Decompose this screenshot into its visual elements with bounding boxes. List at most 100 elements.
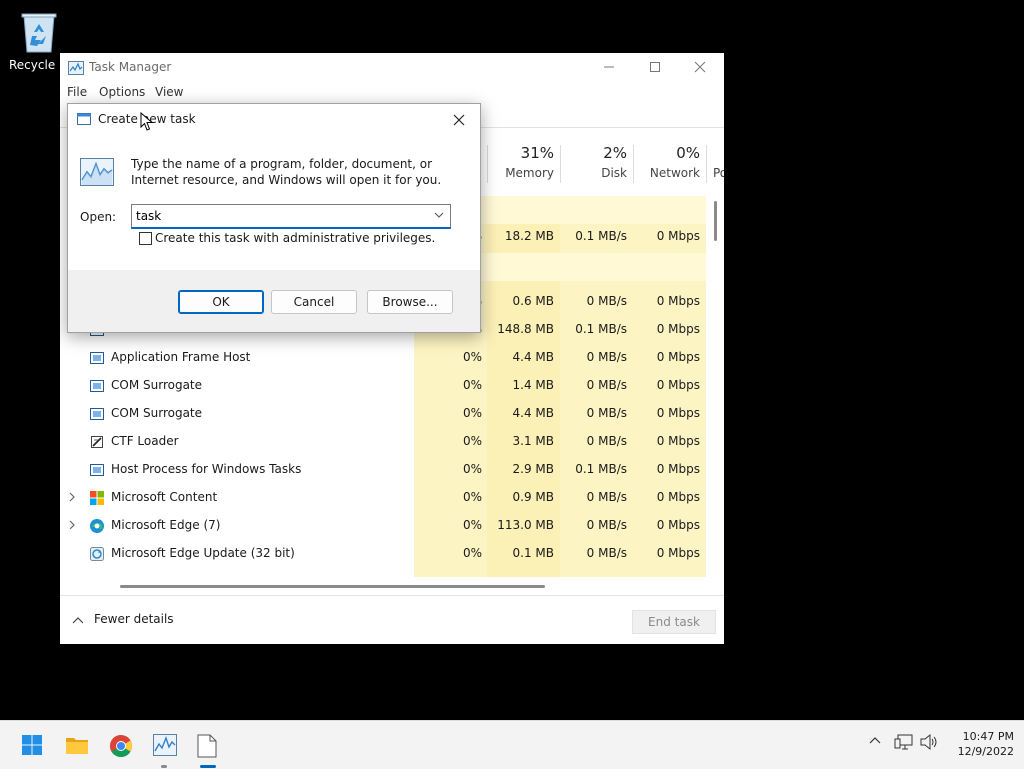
network-cell: 0 Mbps [656, 294, 700, 308]
chrome-icon [110, 735, 132, 757]
task-manager-taskbar-button[interactable] [146, 729, 182, 761]
memory-cell: 4.4 MB [512, 350, 554, 364]
process-row[interactable]: Application Frame Host 0% 4.4 MB 0 MB/s … [60, 344, 710, 372]
process-name: Application Frame Host [111, 350, 251, 364]
chevron-down-icon[interactable] [434, 211, 444, 219]
memory-cell: 18.2 MB [504, 229, 554, 243]
disk-cell: 0 MB/s [586, 406, 627, 420]
memory-header-percent[interactable]: 31% [500, 144, 554, 162]
browse-button[interactable]: Browse... [367, 290, 453, 314]
cpu-cell: 0% [462, 546, 482, 560]
clock[interactable]: 10:47 PM 12/9/2022 [944, 729, 1014, 759]
menu-options[interactable]: Options [99, 85, 145, 99]
process-row[interactable]: Microsoft Content 0% 0.9 MB 0 MB/s 0 Mbp… [60, 484, 710, 512]
network-cell: 0 Mbps [656, 378, 700, 392]
task-manager-footer: Fewer details End task [60, 595, 724, 644]
microsoft-logo-icon [90, 491, 104, 505]
cpu-cell: 0% [462, 490, 482, 504]
app-window-icon [90, 380, 104, 392]
dialog-close-icon[interactable] [450, 111, 468, 129]
open-input[interactable] [136, 207, 426, 225]
disk-cell: 0 MB/s [586, 350, 627, 364]
memory-header-label[interactable]: Memory [500, 166, 554, 180]
network-cell: 0 Mbps [656, 229, 700, 243]
network-cell: 0 Mbps [656, 350, 700, 364]
edge-update-icon [90, 547, 104, 561]
network-header-percent[interactable]: 0% [640, 144, 700, 162]
column-separator [706, 145, 707, 183]
clock-date: 12/9/2022 [957, 745, 1014, 758]
process-name: Microsoft Content [111, 490, 218, 504]
network-icon[interactable] [894, 733, 914, 751]
app-window-icon [90, 352, 104, 364]
process-row[interactable]: Microsoft Edge Update (32 bit) 0% 0.1 MB… [60, 540, 710, 568]
chrome-taskbar-button[interactable] [102, 729, 138, 761]
recycle-bin-icon [21, 13, 57, 53]
run-dialog-icon [77, 113, 91, 125]
minimize-button[interactable] [587, 53, 633, 83]
maximize-button[interactable] [633, 53, 679, 83]
mouse-cursor-icon [140, 112, 154, 131]
dialog-titlebar[interactable]: Create new task [68, 104, 480, 134]
fewer-details-button[interactable]: Fewer details [72, 612, 174, 626]
network-header-label[interactable]: Network [640, 166, 700, 180]
power-header-label[interactable]: Po [713, 166, 724, 180]
ctf-loader-icon [91, 436, 103, 448]
close-button[interactable] [678, 53, 724, 83]
network-cell: 0 Mbps [656, 322, 700, 336]
process-name: COM Surrogate [111, 406, 203, 420]
chevron-right-icon[interactable] [67, 492, 77, 502]
disk-cell: 0.1 MB/s [575, 322, 627, 336]
chevron-right-icon[interactable] [67, 520, 77, 530]
open-combobox[interactable] [131, 204, 451, 229]
process-row[interactable]: CTF Loader 0% 3.1 MB 0 MB/s 0 Mbps [60, 428, 710, 456]
notepad-taskbar-button[interactable] [190, 729, 226, 761]
process-row[interactable]: Host Process for Windows Tasks 0% 2.9 MB… [60, 456, 710, 484]
process-name: Host Process for Windows Tasks [111, 462, 302, 476]
chevron-up-icon[interactable] [868, 733, 882, 747]
process-row[interactable]: Microsoft Edge (7) 0% 113.0 MB 0 MB/s 0 … [60, 512, 710, 540]
open-label: Open: [80, 210, 117, 224]
cpu-cell: 0% [462, 462, 482, 476]
disk-header-label[interactable]: Disk [580, 166, 627, 180]
disk-cell: 0.1 MB/s [575, 229, 627, 243]
network-cell: 0 Mbps [656, 406, 700, 420]
taskbar: 10:47 PM 12/9/2022 [0, 720, 1024, 769]
menu-view[interactable]: View [155, 85, 183, 99]
minimize-icon [604, 66, 614, 68]
file-explorer-taskbar-button[interactable] [58, 729, 94, 761]
edge-icon [90, 519, 104, 533]
column-separator [560, 145, 561, 183]
ok-button[interactable]: OK [178, 290, 264, 314]
disk-header-percent[interactable]: 2% [580, 144, 627, 162]
column-separator [487, 145, 488, 183]
memory-cell: 0.6 MB [512, 294, 554, 308]
process-row[interactable]: COM Surrogate 0% 1.4 MB 0 MB/s 0 Mbps [60, 372, 710, 400]
admin-privileges-label[interactable]: Create this task with administrative pri… [155, 231, 435, 245]
memory-cell: 2.9 MB [512, 462, 554, 476]
process-name: Microsoft Edge Update (32 bit) [111, 546, 295, 560]
admin-privileges-checkbox[interactable] [139, 232, 152, 245]
process-row[interactable]: COM Surrogate 0% 4.4 MB 0 MB/s 0 Mbps [60, 400, 710, 428]
app-window-icon [90, 408, 104, 420]
memory-cell: 0.9 MB [512, 490, 554, 504]
memory-cell: 3.1 MB [512, 434, 554, 448]
memory-cell: 148.8 MB [497, 322, 554, 336]
cpu-cell: 0% [462, 406, 482, 420]
notepad-icon [197, 734, 217, 758]
task-manager-titlebar[interactable]: Task Manager [60, 53, 724, 83]
task-manager-icon [153, 734, 177, 756]
vertical-scrollbar[interactable] [714, 201, 717, 241]
network-cell: 0 Mbps [656, 462, 700, 476]
cancel-button[interactable]: Cancel [271, 290, 357, 314]
volume-icon[interactable] [919, 733, 939, 751]
horizontal-scrollbar[interactable] [120, 585, 545, 588]
start-button[interactable] [14, 729, 50, 761]
memory-cell: 4.4 MB [512, 406, 554, 420]
end-task-button[interactable]: End task [632, 610, 716, 634]
column-separator [633, 145, 634, 183]
app-window-icon [90, 464, 104, 476]
menu-file[interactable]: File [67, 85, 87, 99]
dialog-description: Type the name of a program, folder, docu… [131, 157, 442, 187]
network-cell: 0 Mbps [656, 434, 700, 448]
